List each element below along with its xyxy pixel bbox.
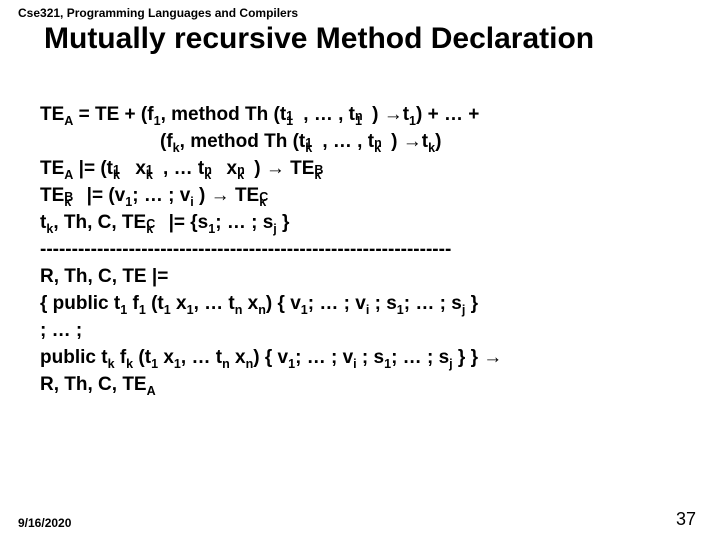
sub: 1	[154, 114, 161, 128]
slide-body: TEA = TE + (f1, method Th (t11, … , tn1)…	[40, 102, 702, 399]
text: R, Th, C, TE	[40, 374, 147, 395]
text: , method Th (t	[161, 104, 287, 125]
line-11: R, Th, C, TEA	[40, 372, 702, 399]
text: , Th, C, TE	[53, 212, 146, 233]
text: ) → TE	[194, 185, 259, 206]
line-7: R, Th, C, TE |=	[40, 264, 702, 291]
text: x	[242, 293, 258, 314]
text: ) { v	[266, 293, 301, 314]
text: |= (v	[81, 185, 125, 206]
sub: 1	[187, 303, 194, 317]
sub: n	[258, 303, 266, 317]
text: x	[130, 158, 146, 179]
text: (t	[146, 293, 164, 314]
text: TE	[40, 158, 64, 179]
line-1: TEA = TE + (f1, method Th (t11, … , tn1)…	[40, 102, 702, 129]
text: }	[465, 293, 478, 314]
line-4: TEBk |= (v1; … ; vi ) → TECk	[40, 183, 702, 210]
sub: A	[64, 114, 73, 128]
text: } } →	[453, 347, 503, 368]
text: , method Th (t	[180, 131, 306, 152]
text: x	[221, 158, 237, 179]
line-5: tk, Th, C, TECk |= {s1; … ; sj }	[40, 210, 702, 237]
sub: A	[147, 383, 156, 397]
footer-page-number: 37	[676, 509, 696, 530]
sub: 1	[409, 114, 416, 128]
text: ) + … +	[416, 104, 479, 125]
text: ; … ; v	[295, 347, 353, 368]
sub: k	[173, 141, 180, 155]
line-10: public tk fk (t1 x1, … tn xn) { v1; … ; …	[40, 345, 702, 372]
text: |= {s	[163, 212, 208, 233]
sub: 1	[151, 357, 158, 371]
text: ; s	[369, 293, 396, 314]
line-2: (fk, method Th (t1k, … , tnk) →tk)	[160, 129, 702, 156]
text: |= (t	[73, 158, 113, 179]
text: , … t	[181, 347, 222, 368]
text: , … t	[194, 293, 235, 314]
line-8: { public t1 f1 (t1 x1, … tn xn) { v1; … …	[40, 291, 702, 318]
text: TE	[40, 185, 64, 206]
text: { public t	[40, 293, 120, 314]
text: = TE + (f	[73, 104, 153, 125]
text: x	[158, 347, 174, 368]
text: ; … ; s	[391, 347, 449, 368]
text: x	[171, 293, 187, 314]
text: ) →t	[391, 131, 428, 152]
sub: 1	[397, 303, 404, 317]
line-3: TEA |= (t1k x1k, … tnk xnk) → TEBk	[40, 156, 702, 183]
text: , … t	[163, 158, 204, 179]
sub: A	[64, 168, 73, 182]
text: ) { v	[253, 347, 288, 368]
text: ; … ; s	[404, 293, 462, 314]
divider-line: ----------------------------------------…	[40, 237, 702, 264]
sub: 1	[301, 303, 308, 317]
sub: 1	[139, 303, 146, 317]
sub: k	[108, 357, 115, 371]
text: f	[115, 347, 127, 368]
text: (f	[160, 131, 173, 152]
text: (t	[133, 347, 151, 368]
sub: n	[222, 357, 230, 371]
sub: 1	[174, 357, 181, 371]
text: ; … ; v	[308, 293, 366, 314]
footer-date: 9/16/2020	[18, 516, 71, 530]
course-label: Cse321, Programming Languages and Compil…	[18, 6, 702, 20]
text: x	[230, 347, 246, 368]
text: ; s	[357, 347, 384, 368]
text: )	[435, 131, 441, 152]
text: ; … ; v	[132, 185, 190, 206]
text: , … , t	[322, 131, 374, 152]
text: ) →t	[372, 104, 409, 125]
line-9: ; … ;	[40, 318, 702, 345]
sub: 1	[164, 303, 171, 317]
slide: Cse321, Programming Languages and Compil…	[0, 0, 720, 540]
page-title: Mutually recursive Method Declaration	[44, 22, 702, 56]
text: ) → TE	[254, 158, 314, 179]
text: f	[127, 293, 139, 314]
text: }	[277, 212, 290, 233]
text: public t	[40, 347, 108, 368]
text: , … , t	[303, 104, 355, 125]
text: TE	[40, 104, 64, 125]
text: ; … ; s	[215, 212, 273, 233]
